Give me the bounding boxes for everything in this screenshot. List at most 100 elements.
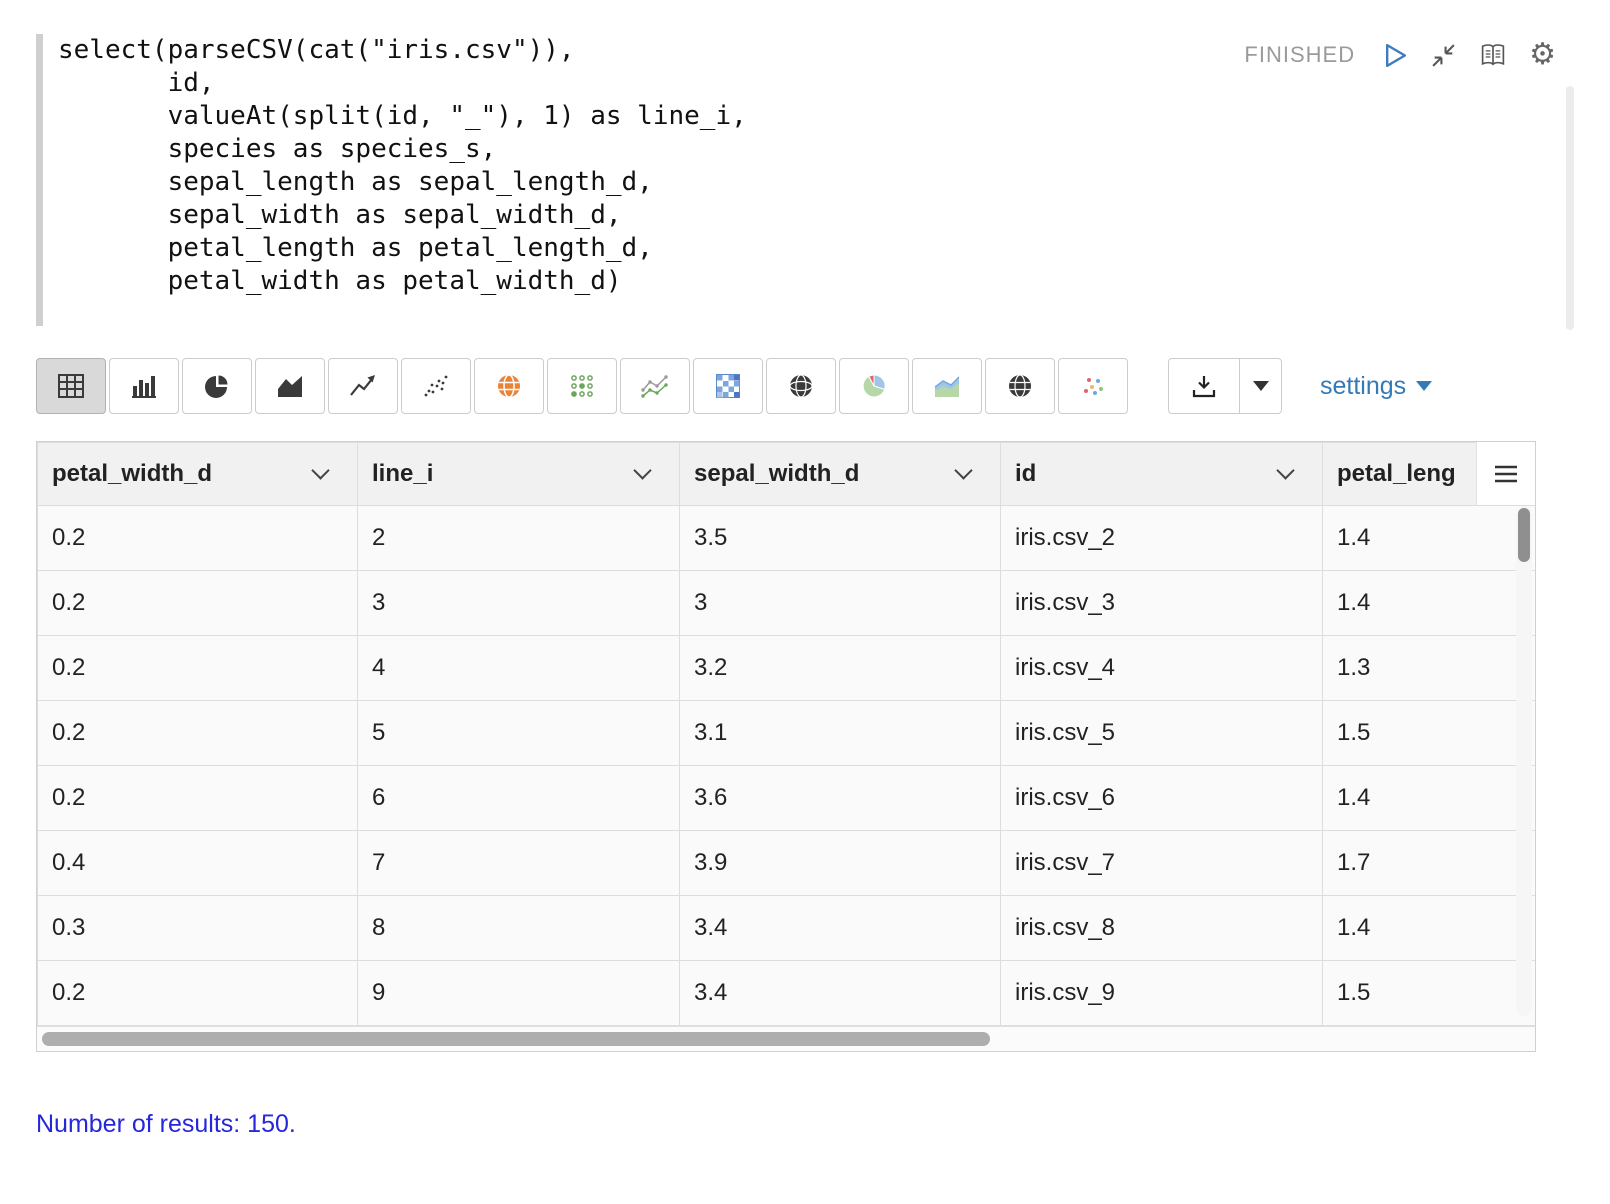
table-cell: 1.7 xyxy=(1323,831,1537,896)
table-row: 0.263.6iris.csv_61.4 xyxy=(38,766,1537,831)
chart-button-line[interactable] xyxy=(328,358,398,414)
table-menu-corner xyxy=(1476,442,1535,506)
paragraph-settings-button[interactable]: ⚙ xyxy=(1529,40,1556,70)
table-cell: 0.2 xyxy=(38,636,358,701)
chart-button-area[interactable] xyxy=(255,358,325,414)
notebook-paragraph: select(parseCSV(cat("iris.csv")), id, va… xyxy=(0,0,1610,1139)
table-cell: 3 xyxy=(358,571,680,636)
column-dropdown-chevron-icon[interactable] xyxy=(311,461,329,479)
download-options-button[interactable] xyxy=(1240,358,1282,414)
editor-gutter xyxy=(36,34,43,326)
table-cell: iris.csv_6 xyxy=(1001,766,1323,831)
editor-scrollbar[interactable] xyxy=(1566,86,1574,330)
table-cell: 3.5 xyxy=(680,506,1001,571)
results-count: Number of results: 150. xyxy=(36,1110,1574,1139)
vertical-scrollbar-thumb[interactable] xyxy=(1518,508,1530,562)
table-cell: 2 xyxy=(358,506,680,571)
column-label: petal_width_d xyxy=(52,460,212,487)
collapse-button[interactable] xyxy=(1430,42,1457,69)
bar-chart-icon xyxy=(130,373,158,399)
download-split-button xyxy=(1168,358,1282,414)
table-cell: 3.4 xyxy=(680,896,1001,961)
scatter-chart-icon xyxy=(422,373,450,399)
chart-button-heatmap[interactable] xyxy=(693,358,763,414)
table-cell: 1.3 xyxy=(1323,636,1537,701)
table-cell: 7 xyxy=(358,831,680,896)
area-chart-icon xyxy=(276,373,304,399)
table-cell: 3.6 xyxy=(680,766,1001,831)
chart-type-selector xyxy=(36,358,1128,414)
download-button[interactable] xyxy=(1168,358,1240,414)
table-cell: 8 xyxy=(358,896,680,961)
gear-icon: ⚙ xyxy=(1529,40,1556,70)
heatmap-icon xyxy=(715,373,741,399)
table-cell: 0.2 xyxy=(38,701,358,766)
chart-button-multi-line[interactable] xyxy=(620,358,690,414)
table-cell: iris.csv_7 xyxy=(1001,831,1323,896)
column-header-petal_width_d[interactable]: petal_width_d xyxy=(38,443,358,506)
chart-button-area-colored[interactable] xyxy=(912,358,982,414)
table-cell: 0.2 xyxy=(38,961,358,1026)
table-icon xyxy=(57,373,85,399)
table-row: 0.293.4iris.csv_91.5 xyxy=(38,961,1537,1026)
table-cell: iris.csv_3 xyxy=(1001,571,1323,636)
paragraph-controls: FINISHED ⚙ xyxy=(1244,40,1556,70)
table-cell: 3 xyxy=(680,571,1001,636)
status-badge: FINISHED xyxy=(1244,42,1355,68)
chart-button-scatter-matrix[interactable] xyxy=(547,358,617,414)
table-cell: 1.4 xyxy=(1323,506,1537,571)
chart-button-scatter[interactable] xyxy=(401,358,471,414)
table-cell: 1.4 xyxy=(1323,571,1537,636)
column-header-line_i[interactable]: line_i xyxy=(358,443,680,506)
settings-label: settings xyxy=(1320,372,1406,401)
download-icon xyxy=(1191,373,1217,399)
table-cell: iris.csv_2 xyxy=(1001,506,1323,571)
chart-button-bar[interactable] xyxy=(109,358,179,414)
table-vertical-scrollbar xyxy=(1516,506,1532,1016)
column-dropdown-chevron-icon[interactable] xyxy=(1276,461,1294,479)
chart-button-globe-2[interactable] xyxy=(985,358,1055,414)
multi-line-chart-icon xyxy=(641,373,669,399)
table-cell: 4 xyxy=(358,636,680,701)
column-header-id[interactable]: id xyxy=(1001,443,1323,506)
run-button[interactable] xyxy=(1383,42,1408,69)
horizontal-scrollbar-thumb[interactable] xyxy=(42,1032,990,1046)
table-row: 0.383.4iris.csv_81.4 xyxy=(38,896,1537,961)
chart-button-table[interactable] xyxy=(36,358,106,414)
table-horizontal-scrollbar xyxy=(37,1026,1535,1051)
globe-icon xyxy=(788,373,814,399)
column-label: line_i xyxy=(372,460,433,487)
column-label: id xyxy=(1015,460,1036,487)
hamburger-menu-icon[interactable] xyxy=(1494,464,1518,484)
code-editor: select(parseCSV(cat("iris.csv")), id, va… xyxy=(36,28,1574,330)
table-cell: 1.5 xyxy=(1323,961,1537,1026)
column-header-sepal_width_d[interactable]: sepal_width_d xyxy=(680,443,1001,506)
pie-colored-icon xyxy=(861,373,887,399)
table-row: 0.473.9iris.csv_71.7 xyxy=(38,831,1537,896)
chart-button-scatter-colored[interactable] xyxy=(1058,358,1128,414)
caret-down-icon xyxy=(1253,381,1269,391)
table-cell: 5 xyxy=(358,701,680,766)
table-cell: 0.2 xyxy=(38,506,358,571)
chart-button-pie-colored[interactable] xyxy=(839,358,909,414)
column-dropdown-chevron-icon[interactable] xyxy=(633,461,651,479)
caret-down-icon xyxy=(1416,381,1432,391)
chart-button-globe[interactable] xyxy=(766,358,836,414)
table-cell: iris.csv_5 xyxy=(1001,701,1323,766)
settings-dropdown[interactable]: settings xyxy=(1320,372,1432,401)
column-label: petal_leng xyxy=(1337,460,1456,487)
table-cell: iris.csv_4 xyxy=(1001,636,1323,701)
show-editor-button[interactable] xyxy=(1479,42,1507,69)
table-row: 0.243.2iris.csv_41.3 xyxy=(38,636,1537,701)
results-table-container: petal_width_d line_i sepal_width_d id petal_… xyxy=(36,441,1536,1052)
column-dropdown-chevron-icon[interactable] xyxy=(954,461,972,479)
chart-button-map[interactable] xyxy=(474,358,544,414)
table-cell: 0.2 xyxy=(38,766,358,831)
table-cell: iris.csv_9 xyxy=(1001,961,1323,1026)
results-table: petal_width_d line_i sepal_width_d id petal_… xyxy=(37,442,1536,1026)
map-globe-icon xyxy=(496,373,522,399)
chart-button-pie[interactable] xyxy=(182,358,252,414)
scatter-colored-icon xyxy=(1080,373,1106,399)
table-cell: 1.4 xyxy=(1323,766,1537,831)
column-label: sepal_width_d xyxy=(694,460,859,487)
